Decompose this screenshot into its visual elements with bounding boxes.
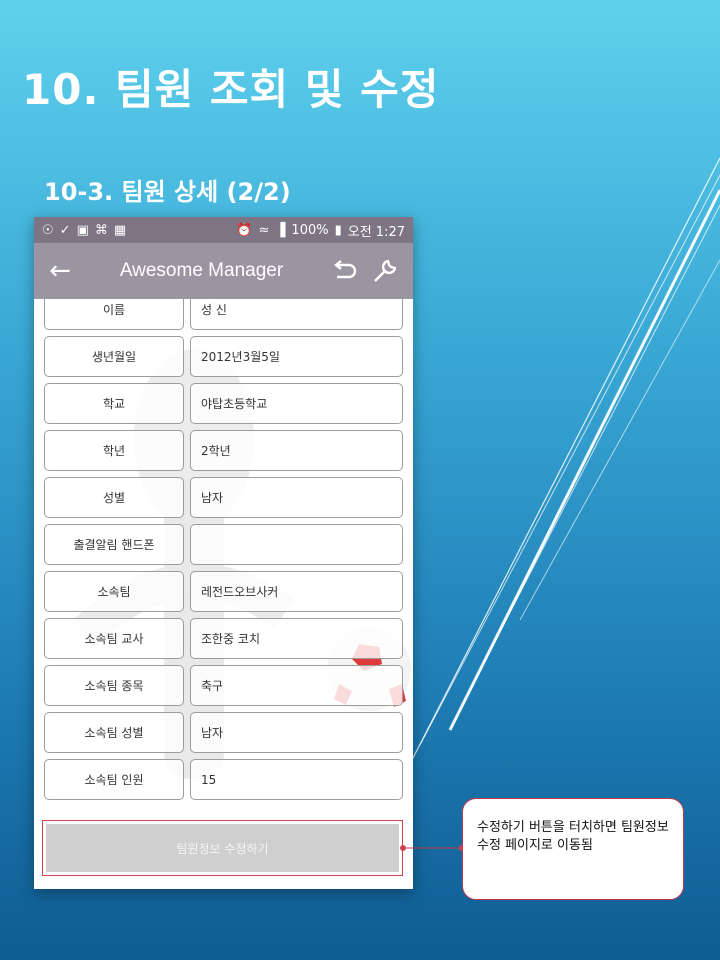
callout-note: 수정하기 버튼을 터치하면 팀원정보 수정 페이지로 이동됨 [462, 798, 684, 900]
